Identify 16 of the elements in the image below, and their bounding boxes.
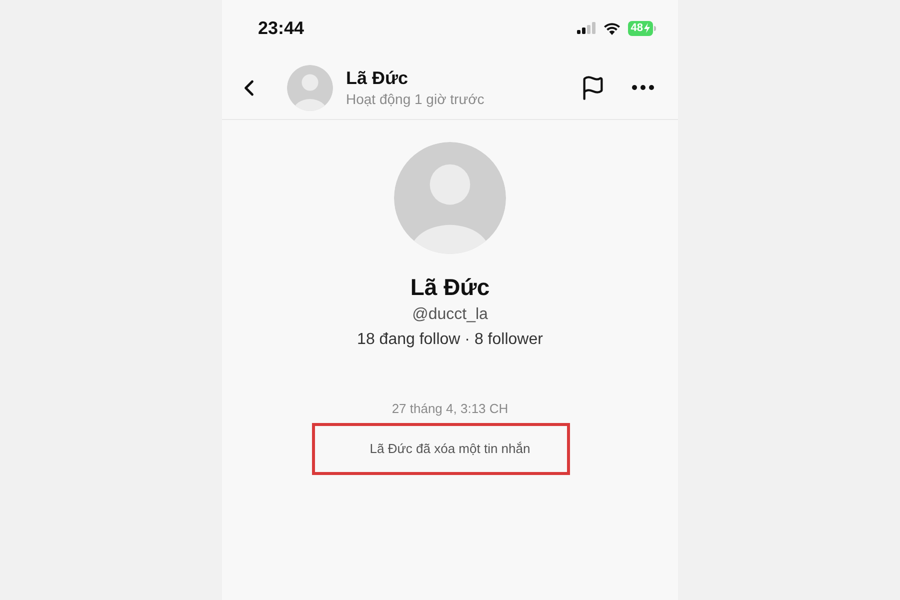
system-message: Lã Đức đã xóa một tin nhắn — [370, 441, 530, 457]
bolt-icon — [644, 23, 650, 33]
contact-name: Lã Đức — [346, 66, 408, 88]
wifi-icon — [602, 22, 621, 34]
avatar-silhouette-icon — [287, 64, 333, 110]
status-time: 23:44 — [258, 16, 304, 40]
flag-icon — [580, 74, 606, 100]
activity-status: Hoạt động 1 giờ trước — [346, 90, 484, 108]
battery-level-text: 48 — [630, 22, 643, 34]
profile-silhouette-icon — [394, 142, 506, 254]
more-icon — [632, 85, 654, 90]
profile-name: Lã Đức — [410, 274, 490, 300]
profile-username: @ducct_la — [412, 305, 488, 325]
message-timestamp: 27 tháng 4, 3:13 CH — [392, 401, 508, 417]
profile-stats: 18 đang follow · 8 follower — [357, 330, 543, 350]
signal-icon — [576, 22, 596, 34]
